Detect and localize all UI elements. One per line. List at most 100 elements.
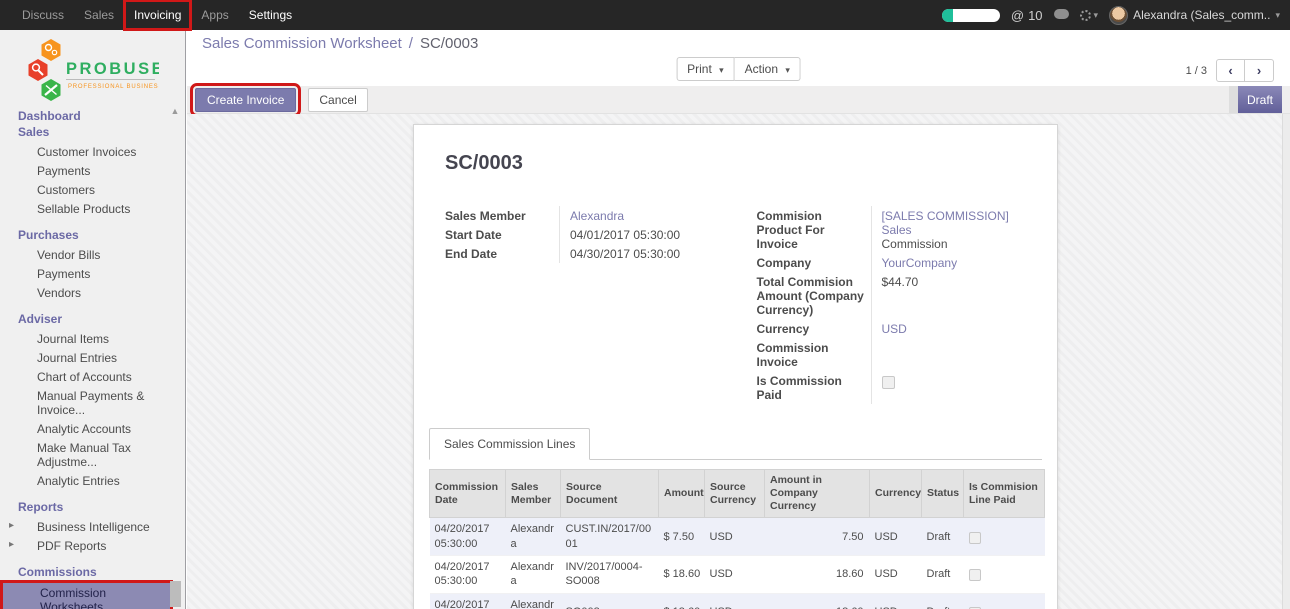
sidebar-item-manual-payments[interactable]: Manual Payments & Invoice... (0, 386, 185, 419)
field-groups: Sales Member Alexandra Start Date 04/01/… (445, 206, 1026, 404)
end-date-value: 04/30/2017 05:30:00 (559, 244, 715, 263)
create-invoice-button[interactable]: Create Invoice (195, 88, 296, 112)
caret-down-icon: ▾ (785, 65, 790, 75)
cell-source-document: CUST.IN/2017/0001 (561, 518, 659, 556)
menu-discuss[interactable]: Discuss (12, 0, 74, 30)
sidebar: PROBUSE PROFESSIONAL BUSINESS Dashboard … (0, 30, 186, 609)
breadcrumb-parent[interactable]: Sales Commission Worksheet (202, 35, 402, 52)
print-button[interactable]: Print ▾ (676, 57, 735, 81)
usage-progress-pill[interactable] (942, 9, 1000, 22)
brand-name: PROBUSE (66, 60, 159, 78)
col-amount-company-currency[interactable]: Amount in Company Currency (765, 470, 870, 518)
cell-amount-company: 7.50 (765, 518, 870, 556)
cell-sales-member: Alexandra (506, 555, 561, 593)
menu-settings[interactable]: Settings (239, 0, 302, 30)
tab-sales-commission-lines[interactable]: Sales Commission Lines (429, 428, 590, 460)
sidebar-heading-reports[interactable]: Reports (0, 497, 185, 517)
cell-sales-member: Alexandra (506, 518, 561, 556)
sidebar-item-tax-adjustment[interactable]: Make Manual Tax Adjustme... (0, 438, 185, 471)
col-status[interactable]: Status (922, 470, 964, 518)
messages-icon[interactable] (1054, 9, 1069, 19)
mentions-counter[interactable]: @ 10 (1011, 8, 1043, 23)
cell-commission-date: 04/20/2017 10:35:53 (430, 593, 506, 609)
field-group-right: Commision Product For Invoice [SALES COM… (757, 206, 1027, 404)
sidebar-heading-adviser[interactable]: Adviser (0, 309, 185, 329)
col-amount[interactable]: Amount (659, 470, 705, 518)
menu-sales[interactable]: Sales (74, 0, 124, 30)
sidebar-item-vendors[interactable]: Vendors (0, 283, 185, 302)
breadcrumb-current: SC/0003 (420, 35, 478, 52)
sidebar-item-analytic-accounts[interactable]: Analytic Accounts (0, 419, 185, 438)
cell-source-currency: USD (705, 555, 765, 593)
sidebar-item-journal-entries[interactable]: Journal Entries (0, 348, 185, 367)
action-label: Action (745, 62, 778, 76)
is-commission-paid-checkbox (882, 376, 895, 389)
cell-amount-company: 18.60 (765, 593, 870, 609)
cancel-button[interactable]: Cancel (308, 88, 367, 112)
start-date-value: 04/01/2017 05:30:00 (559, 225, 715, 244)
sidebar-scrollbar-thumb[interactable] (170, 581, 181, 607)
sales-member-link[interactable]: Alexandra (570, 209, 624, 223)
col-source-currency[interactable]: Source Currency (705, 470, 765, 518)
line-paid-checkbox (969, 532, 981, 544)
sidebar-item-journal-items[interactable]: Journal Items (0, 329, 185, 348)
user-menu[interactable]: Alexandra (Sales_comm.. ▾ (1109, 6, 1280, 25)
gear-icon (1080, 10, 1091, 21)
table-row[interactable]: 04/20/2017 10:35:53 Alexandra SO008 $ 18… (430, 593, 1045, 609)
cell-amount: $ 18.60 (659, 593, 705, 609)
menu-apps[interactable]: Apps (191, 0, 238, 30)
expand-arrow-icon: ▸ (9, 520, 14, 531)
pager-next-button[interactable]: › (1245, 59, 1274, 82)
table-row[interactable]: 04/20/2017 05:30:00 Alexandra INV/2017/0… (430, 555, 1045, 593)
col-source-document[interactable]: Source Document (561, 470, 659, 518)
sidebar-item-sellable-products[interactable]: Sellable Products (0, 199, 185, 218)
app-menus: Discuss Sales Invoicing Apps Settings (0, 0, 302, 30)
commission-invoice-value (871, 338, 1027, 371)
currency-label: Currency (757, 319, 871, 338)
probuse-logo: PROBUSE PROFESSIONAL BUSINESS (0, 30, 185, 104)
col-commission-date[interactable]: Commission Date (430, 470, 506, 518)
line-paid-checkbox (969, 569, 981, 581)
sidebar-item-chart-of-accounts[interactable]: Chart of Accounts (0, 367, 185, 386)
col-is-commission-line-paid[interactable]: Is Commision Line Paid (964, 470, 1045, 518)
currency-link[interactable]: USD (882, 322, 907, 336)
pager-previous-button[interactable]: ‹ (1216, 59, 1245, 82)
commission-product-label: Commision Product For Invoice (757, 206, 871, 253)
sidebar-heading-purchases[interactable]: Purchases (0, 225, 185, 245)
sidebar-heading-commissions[interactable]: Commissions (0, 562, 185, 582)
cell-status: Draft (922, 555, 964, 593)
cell-status: Draft (922, 518, 964, 556)
systray: @ 10 ▾ Alexandra (Sales_comm.. ▾ (942, 6, 1290, 25)
scroll-up-icon[interactable]: ▲ (169, 106, 181, 116)
cell-amount-company: 18.60 (765, 555, 870, 593)
at-icon: @ (1011, 8, 1024, 23)
sidebar-item-payments-purchase[interactable]: Payments (0, 264, 185, 283)
page-scrollbar[interactable] (1282, 114, 1290, 609)
cell-source-document: INV/2017/0004-SO008 (561, 555, 659, 593)
notebook: Sales Commission Lines Commission Date (429, 428, 1042, 609)
debug-menu[interactable]: ▾ (1080, 10, 1099, 21)
sidebar-item-vendor-bills[interactable]: Vendor Bills (0, 245, 185, 264)
col-sales-member[interactable]: Sales Member (506, 470, 561, 518)
sidebar-item-payments[interactable]: Payments (0, 161, 185, 180)
sidebar-item-pdf-reports[interactable]: ▸ PDF Reports (0, 536, 185, 555)
total-commission-label: Total Commision Amount (Company Currency… (757, 272, 871, 319)
sidebar-item-business-intelligence[interactable]: ▸ Business Intelligence (0, 517, 185, 536)
cell-currency: USD (870, 555, 922, 593)
sidebar-item-analytic-entries[interactable]: Analytic Entries (0, 471, 185, 490)
menu-invoicing[interactable]: Invoicing (124, 0, 191, 30)
company-link[interactable]: YourCompany (882, 256, 958, 270)
sidebar-item-customer-invoices[interactable]: Customer Invoices (0, 142, 185, 161)
sidebar-item-commission-worksheets[interactable]: Commission Worksheets (3, 583, 170, 609)
col-currency[interactable]: Currency (870, 470, 922, 518)
commission-product-link[interactable]: [SALES COMMISSION] Sales (882, 209, 1027, 237)
commission-product-rest: Commission (882, 237, 1027, 251)
action-button[interactable]: Action ▾ (735, 57, 801, 81)
is-commission-paid-label: Is Commission Paid (757, 371, 871, 404)
table-row[interactable]: 04/20/2017 05:30:00 Alexandra CUST.IN/20… (430, 518, 1045, 556)
status-badge: Draft (1238, 86, 1282, 113)
sidebar-item-customers[interactable]: Customers (0, 180, 185, 199)
sidebar-heading-sales[interactable]: Sales (0, 122, 185, 142)
cell-amount: $ 7.50 (659, 518, 705, 556)
cell-commission-date: 04/20/2017 05:30:00 (430, 518, 506, 556)
